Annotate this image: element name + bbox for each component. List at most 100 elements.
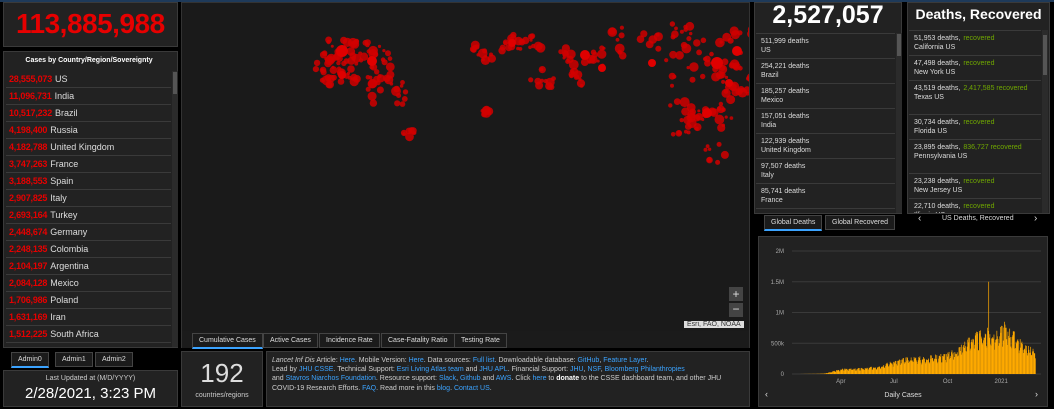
map-case-dot[interactable] xyxy=(546,86,550,90)
map-case-dot[interactable] xyxy=(535,81,544,90)
map-case-dot[interactable] xyxy=(368,78,378,89)
map-case-dot[interactable] xyxy=(679,118,684,123)
country-list-item[interactable]: 4,182,788 United Kingdom xyxy=(6,139,171,156)
deaths-list-scroll-thumb[interactable] xyxy=(897,34,901,56)
us-list-item[interactable]: 22,710 deaths,recoveredIllinois US xyxy=(909,199,1041,213)
map-case-dot[interactable] xyxy=(539,67,544,72)
map-case-dot[interactable] xyxy=(705,144,710,149)
map-case-dot[interactable] xyxy=(569,69,574,74)
map-case-dot[interactable] xyxy=(674,26,678,31)
country-list-item[interactable]: 10,517,232 Brazil xyxy=(6,105,171,122)
map-case-dot[interactable] xyxy=(648,59,656,67)
map-case-dot[interactable] xyxy=(703,147,708,152)
link-feature-layer[interactable]: Feature Layer xyxy=(603,357,646,364)
map-case-dot[interactable] xyxy=(326,39,331,45)
map-case-dot[interactable] xyxy=(636,35,645,43)
map-case-dot[interactable] xyxy=(579,84,584,88)
tab-active-cases[interactable]: Active Cases xyxy=(263,333,318,348)
map-case-dot[interactable] xyxy=(331,65,335,69)
map-case-dot[interactable] xyxy=(503,41,508,46)
map-case-dot[interactable] xyxy=(528,77,534,83)
map-case-dot[interactable] xyxy=(533,41,543,51)
country-list-item[interactable]: 2,907,825 Italy xyxy=(6,190,171,207)
map-case-dot[interactable] xyxy=(374,69,380,75)
map-case-dot[interactable] xyxy=(481,111,488,118)
map-case-dot[interactable] xyxy=(566,49,576,59)
map-case-dot[interactable] xyxy=(477,48,488,59)
map-case-dot[interactable] xyxy=(686,66,690,70)
map-case-dot[interactable] xyxy=(400,80,405,85)
map-case-dot[interactable] xyxy=(376,86,384,94)
link-esri[interactable]: Esri Living Atlas team xyxy=(397,366,464,373)
map-case-dot[interactable] xyxy=(385,50,391,57)
map-case-dot[interactable] xyxy=(617,49,623,55)
map-case-dot[interactable] xyxy=(343,58,350,64)
map-panel[interactable]: + − Esri, FAO, NOAA Cumulative Cases Act… xyxy=(181,2,750,349)
map-case-dot[interactable] xyxy=(711,57,723,69)
us-list-item[interactable]: 30,734 deaths, recovered Florida US xyxy=(909,115,1041,140)
us-list-item[interactable]: 23,238 deaths, recovered New Jersey US xyxy=(909,174,1041,199)
deaths-list-item[interactable]: 97,507 deaths Italy xyxy=(756,159,895,184)
map-case-dot[interactable] xyxy=(669,21,676,27)
map-case-dot[interactable] xyxy=(702,108,712,118)
country-list-item[interactable]: 3,188,553 Spain xyxy=(6,173,171,190)
us-list-item[interactable]: 43,519 deaths, 2,417,585 recovered Texas U… xyxy=(909,81,1041,115)
map-case-dot[interactable] xyxy=(369,99,378,107)
map-case-dot[interactable] xyxy=(714,114,725,125)
link-contact[interactable]: Contact US xyxy=(454,385,490,392)
map-case-dot[interactable] xyxy=(721,79,726,84)
map-case-dot[interactable] xyxy=(709,51,714,57)
deaths-list-item[interactable]: 254,221 deaths Brazil xyxy=(756,59,895,84)
link-nsf[interactable]: NSF xyxy=(587,366,600,373)
deaths-list-item[interactable]: 185,257 deaths Mexico xyxy=(756,84,895,109)
map-case-dot[interactable] xyxy=(607,27,618,37)
map-case-dot[interactable] xyxy=(385,62,395,72)
map-case-dot[interactable] xyxy=(697,109,701,113)
map-case-dot[interactable] xyxy=(336,60,341,66)
map-case-dot[interactable] xyxy=(331,74,337,81)
deaths-list-item[interactable]: 511,999 deaths US xyxy=(756,34,895,59)
us-list-item[interactable]: 47,498 deaths, recovered New York US xyxy=(909,56,1041,81)
map-case-dot[interactable] xyxy=(472,44,478,51)
map-case-dot[interactable] xyxy=(386,70,395,79)
map-case-dot[interactable] xyxy=(668,103,673,108)
tab-testing-rate[interactable]: Testing Rate xyxy=(454,333,507,348)
link-slack[interactable]: Slack xyxy=(439,375,456,382)
map-case-dot[interactable] xyxy=(728,62,736,69)
tab-case-fatality-ratio[interactable]: Case-Fatality Ratio xyxy=(381,333,455,348)
deaths-list-item[interactable]: 157,051 deaths India xyxy=(756,109,895,134)
map-case-dot[interactable] xyxy=(689,108,696,116)
map-case-dot[interactable] xyxy=(684,123,692,130)
link-github2[interactable]: Github xyxy=(460,375,481,382)
map-case-dot[interactable] xyxy=(313,59,321,67)
map-case-dot[interactable] xyxy=(681,43,692,54)
map-case-dot[interactable] xyxy=(508,39,516,47)
map-case-dot[interactable] xyxy=(670,83,674,88)
map-case-dot[interactable] xyxy=(686,130,691,135)
map-case-dot[interactable] xyxy=(717,123,726,132)
map-case-dot[interactable] xyxy=(700,37,707,44)
map-case-dot[interactable] xyxy=(716,141,722,147)
link-mobile[interactable]: Here xyxy=(409,357,424,364)
map-case-dot[interactable] xyxy=(679,29,684,34)
map-case-dot[interactable] xyxy=(347,65,355,73)
map-case-dot[interactable] xyxy=(396,93,402,98)
deaths-list-item[interactable]: 122,939 deaths United Kingdom xyxy=(756,134,895,159)
country-list-item[interactable]: 28,555,073 US xyxy=(6,71,171,88)
tab-admin1[interactable]: Admin1 xyxy=(55,352,93,367)
map-case-dot[interactable] xyxy=(337,78,345,85)
link-full-list[interactable]: Full list xyxy=(473,357,495,364)
map-case-dot[interactable] xyxy=(700,73,706,80)
us-list[interactable]: 51,953 deaths, recovered California US 47,4… xyxy=(909,30,1041,213)
map-case-dot[interactable] xyxy=(401,96,408,102)
map-case-dot[interactable] xyxy=(703,57,707,61)
map-case-dot[interactable] xyxy=(359,52,369,61)
map-case-dot[interactable] xyxy=(597,49,607,59)
us-list-item[interactable]: 23,895 deaths, 836,727 recovered Pennsylva… xyxy=(909,140,1041,174)
link-jhu-csse[interactable]: JHU CSSE xyxy=(299,366,334,373)
map-case-dot[interactable] xyxy=(670,132,676,137)
map-case-dot[interactable] xyxy=(367,56,377,66)
map-case-dot[interactable] xyxy=(402,132,406,136)
map-case-dot[interactable] xyxy=(706,156,713,164)
map-case-dot[interactable] xyxy=(711,72,721,82)
